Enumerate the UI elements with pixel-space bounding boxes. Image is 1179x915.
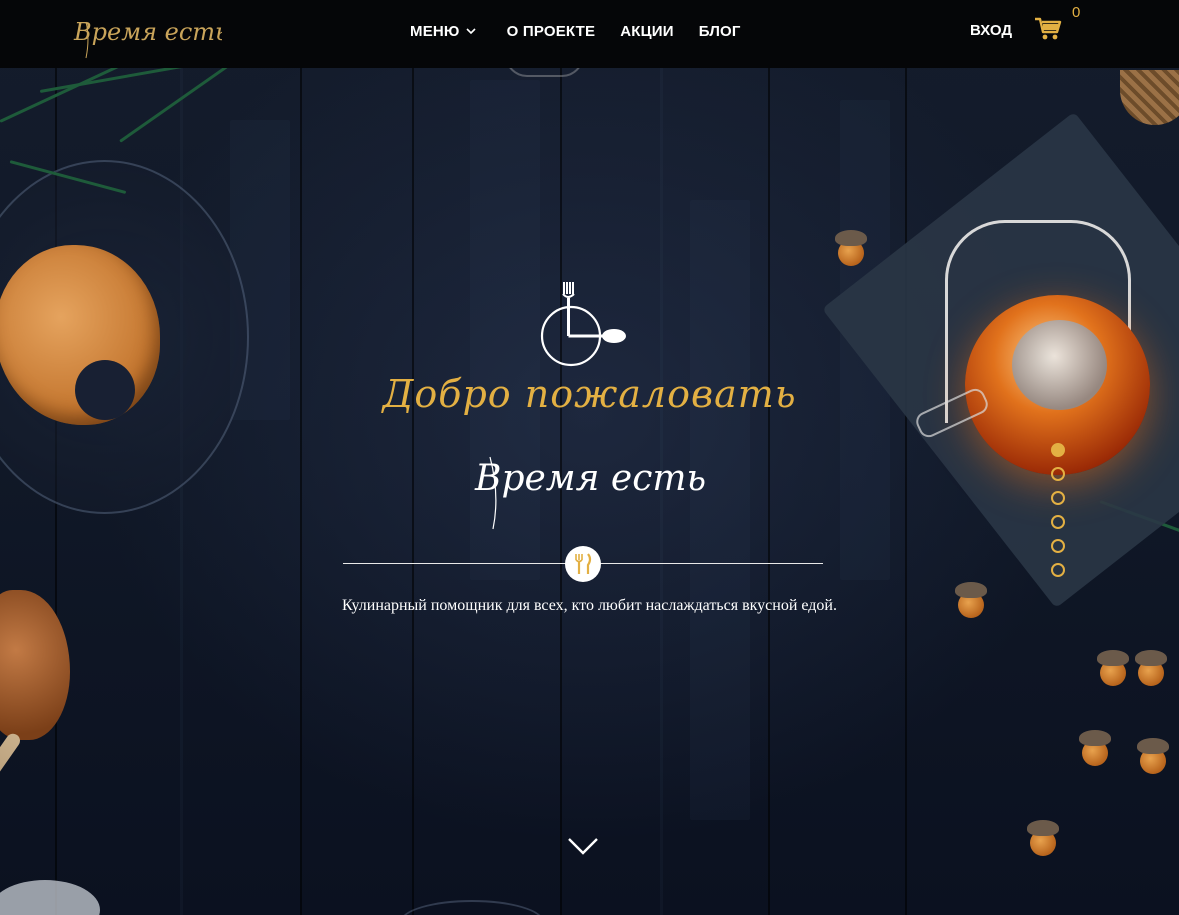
- login-link[interactable]: ВХОД: [970, 22, 1012, 39]
- antler-decor: [0, 730, 23, 879]
- wood-plank-gap: [905, 0, 907, 915]
- nav-item-promotions[interactable]: АКЦИИ: [620, 23, 674, 40]
- welcome-heading: Добро пожаловать: [382, 372, 797, 416]
- wood-plank-gap: [412, 0, 414, 915]
- slider-dot-5[interactable]: [1051, 539, 1065, 553]
- fur-decor: [0, 880, 100, 915]
- acorn-decor: [1027, 820, 1059, 856]
- slider-dot-2[interactable]: [1051, 467, 1065, 481]
- pine-branch-decor: [0, 60, 128, 123]
- hero-tagline: Кулинарный помощник для всех, кто любит …: [342, 597, 837, 614]
- script-logo-text: Время есть: [474, 458, 706, 499]
- acorn-decor: [1137, 738, 1169, 774]
- site-logo-text: Время есть: [73, 18, 222, 46]
- cart-count-badge: 0: [1072, 4, 1081, 21]
- acorn-decor: [1135, 650, 1167, 686]
- wood-plank-gap: [768, 0, 770, 915]
- fork-knife-icon: [575, 553, 592, 574]
- nav-item-menu[interactable]: МЕНЮ: [410, 23, 476, 40]
- nav-item-blog[interactable]: БЛОГ: [699, 23, 741, 40]
- main-nav: МЕНЮ О ПРОЕКТЕ АКЦИИ БЛОГ: [410, 0, 741, 62]
- acorn-decor: [1097, 650, 1129, 686]
- cart-icon[interactable]: [1034, 16, 1062, 42]
- nav-item-menu-label: МЕНЮ: [410, 22, 460, 40]
- wood-plank-gap: [300, 0, 302, 915]
- nav-item-about[interactable]: О ПРОЕКТЕ: [507, 23, 596, 40]
- script-logo: Время есть: [474, 456, 706, 530]
- slider-dot-6[interactable]: [1051, 563, 1065, 577]
- slider-dots: [1051, 443, 1065, 587]
- site-header: Время есть МЕНЮ О ПРОЕКТЕ АКЦИИ БЛОГ ВХО…: [0, 0, 1179, 68]
- slider-dot-4[interactable]: [1051, 515, 1065, 529]
- slider-dot-1[interactable]: [1051, 443, 1065, 457]
- divider-badge: [565, 546, 601, 582]
- site-logo[interactable]: Время есть: [72, 8, 222, 60]
- bowl-decor: [400, 900, 544, 915]
- chevron-down-large-icon[interactable]: [566, 835, 600, 857]
- acorn-decor: [1079, 730, 1111, 766]
- rope-decor: [1120, 70, 1179, 125]
- acorn-decor: [835, 230, 867, 266]
- slider-dot-3[interactable]: [1051, 491, 1065, 505]
- chevron-down-icon: [466, 28, 476, 35]
- fork-clock-spoon-icon: [540, 282, 626, 367]
